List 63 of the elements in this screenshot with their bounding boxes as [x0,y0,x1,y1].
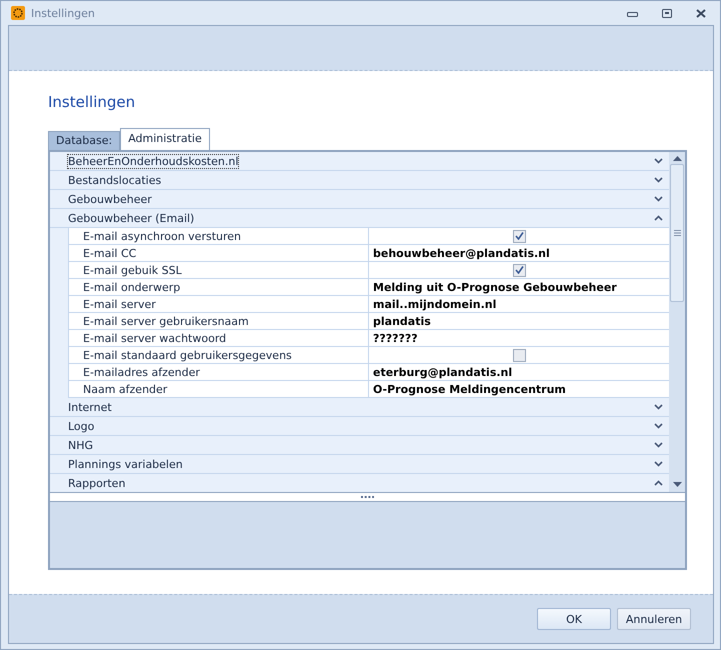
scrollbar-track[interactable] [669,152,685,492]
tab[interactable]: Database: [48,131,120,150]
close-icon[interactable] [696,8,706,18]
property-name: E-mail server gebruikersnaam [68,313,368,330]
scroll-down-icon[interactable] [672,482,682,488]
expand-chevron-icon[interactable] [654,442,663,448]
category-label: Gebouwbeheer (Email) [68,212,194,224]
property-value[interactable]: ??????? [368,330,669,347]
category-label: Rapporten [68,476,126,490]
collapse-chevron-icon[interactable] [654,215,663,221]
category-row[interactable]: Plannings variabelen [50,455,669,474]
category-label: Gebouwbeheer [68,192,152,206]
window-title: Instellingen [31,6,96,20]
expand-chevron-icon[interactable] [654,423,663,429]
property-name: E-mail server wachtwoord [68,330,368,347]
expand-chevron-icon[interactable] [654,196,663,202]
scroll-thumb[interactable] [670,164,684,302]
page-heading: Instellingen [48,93,136,111]
category-label: Logo [68,420,94,432]
property-value[interactable]: O-Prognose Meldingencentrum [368,381,669,398]
category-row[interactable]: Rapporten [50,474,669,492]
expand-chevron-icon[interactable] [654,158,663,164]
property-value[interactable]: eterburg@plandatis.nl [368,364,669,381]
property-value[interactable]: Melding uit O-Prognose Gebouwbeheer [368,279,669,296]
expand-chevron-icon[interactable] [654,404,663,410]
category-row[interactable]: NHG [50,436,669,455]
checkbox[interactable] [512,230,526,242]
property-name: E-mail CC [68,245,368,262]
property-name: E-mail standaard gebruikersgegevens [68,347,368,364]
app-logo-icon [11,6,25,20]
category-row[interactable]: Logo [50,417,669,436]
maximize-icon[interactable] [662,8,672,18]
property-name: E-mailadres afzender [68,364,368,381]
category-row[interactable]: Gebouwbeheer (Email) [50,209,669,228]
property-value[interactable]: plandatis [368,313,669,330]
category-label: Plannings variabelen [68,458,183,470]
expand-chevron-icon[interactable] [654,461,663,467]
category-label: BeheerEnOnderhoudskosten.nl [68,154,238,168]
ok-button[interactable]: OK [537,608,611,630]
grip-icon [674,230,680,236]
cancel-button[interactable]: Annuleren [617,608,691,630]
category-label: Bestandslocaties [68,174,162,186]
checkbox[interactable] [512,264,526,276]
checkbox[interactable] [512,348,526,362]
category-row[interactable]: Bestandslocaties [50,171,669,190]
category-row[interactable]: BeheerEnOnderhoudskosten.nl [50,152,669,171]
property-name: E-mail onderwerp [68,279,368,296]
property-name: Naam afzender [68,381,368,398]
scroll-up-icon[interactable] [672,156,682,162]
property-name: E-mail asynchroon versturen [68,228,368,245]
property-value[interactable]: behouwbeheer@plandatis.nl [368,245,669,262]
minimize-icon[interactable] [627,9,638,17]
category-row[interactable]: Gebouwbeheer [50,190,669,209]
expand-chevron-icon[interactable] [654,177,663,183]
tab[interactable]: Administratie [120,128,210,150]
collapse-chevron-icon[interactable] [654,480,663,486]
property-name: E-mail server [68,296,368,313]
property-value[interactable]: mail..mijndomein.nl [368,296,669,313]
property-name: E-mail gebuik SSL [68,262,368,279]
splitter[interactable] [50,492,685,502]
category-label: Internet [68,400,112,414]
category-label: NHG [68,438,94,452]
category-row[interactable]: Internet [50,398,669,417]
